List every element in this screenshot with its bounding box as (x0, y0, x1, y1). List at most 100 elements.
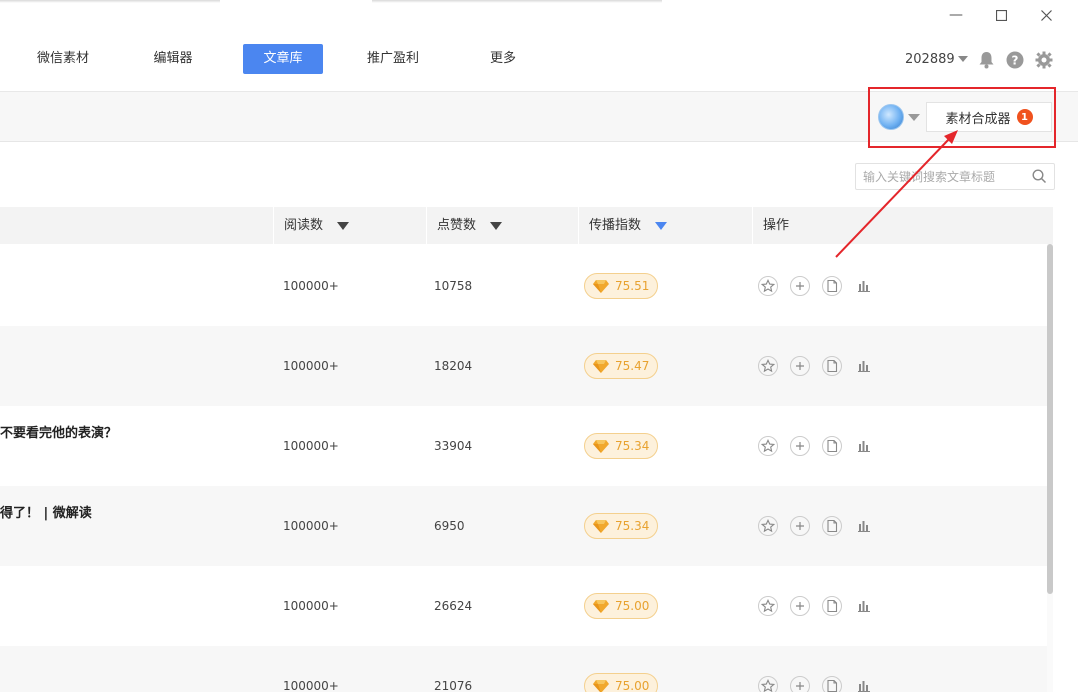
spread-index-badge: 75.47 (584, 353, 658, 379)
gear-icon[interactable] (1035, 51, 1053, 69)
spread-index-value: 75.34 (615, 439, 650, 453)
favorite-button[interactable] (758, 596, 778, 616)
add-button[interactable] (790, 356, 810, 376)
column-header-spread-index[interactable]: 传播指数 (578, 207, 752, 244)
material-composer-label: 素材合成器 (945, 111, 1011, 127)
likes-value: 10758 (434, 279, 473, 293)
search-input[interactable] (856, 164, 1026, 189)
spread-index-value: 75.34 (615, 519, 650, 533)
article-title[interactable]: 不要看完他的表演？ (0, 422, 117, 441)
nav-item-wechat-materials[interactable]: 微信素材 (28, 44, 98, 74)
search-icon[interactable] (1032, 169, 1047, 184)
add-button[interactable] (790, 596, 810, 616)
notification-badge: 1 (1016, 109, 1033, 125)
material-composer-button[interactable]: 素材合成器 1 (926, 102, 1052, 132)
nav-item-editor[interactable]: 编辑器 (140, 44, 206, 74)
plus-icon (792, 358, 808, 374)
avatar[interactable] (878, 104, 904, 130)
spread-index-badge: 75.34 (584, 433, 658, 459)
table-row[interactable]: 不要看完他的表演？ 100000+ 33904 75.34 (0, 406, 1047, 486)
reads-value: 100000+ (283, 599, 339, 613)
bell-icon[interactable] (977, 51, 995, 69)
table-row[interactable]: 100000+ 10758 75.51 (0, 246, 1047, 326)
document-icon (824, 518, 840, 534)
search-box (855, 163, 1055, 190)
copy-button[interactable] (822, 676, 842, 692)
spread-index-value: 75.00 (615, 599, 650, 613)
sort-caret-icon[interactable] (337, 221, 350, 230)
bar-chart-icon (856, 358, 872, 374)
document-icon (824, 678, 840, 692)
bar-chart-icon (856, 438, 872, 454)
add-button[interactable] (790, 436, 810, 456)
nav-item-more[interactable]: 更多 (478, 44, 528, 74)
diamond-icon (593, 600, 609, 613)
table-header: 阅读数 点赞数 传播指数 操作 (0, 207, 1053, 244)
user-dropdown-caret-icon[interactable] (958, 56, 968, 62)
table-row[interactable]: 100000+ 26624 75.00 (0, 566, 1047, 646)
minimize-button[interactable]: — (946, 6, 966, 24)
plus-icon (792, 438, 808, 454)
table-row[interactable]: 100000+ 18204 75.47 (0, 326, 1047, 406)
account-dropdown-caret-icon[interactable] (908, 114, 920, 121)
maximize-icon (995, 9, 1007, 21)
favorite-button[interactable] (758, 276, 778, 296)
favorite-button[interactable] (758, 436, 778, 456)
star-icon (760, 438, 776, 454)
window-shadow (372, 0, 662, 3)
bar-chart-icon (856, 598, 872, 614)
copy-button[interactable] (822, 516, 842, 536)
document-icon (824, 278, 840, 294)
copy-button[interactable] (822, 596, 842, 616)
stats-button[interactable] (854, 676, 874, 692)
add-button[interactable] (790, 276, 810, 296)
stats-button[interactable] (854, 516, 874, 536)
nav-item-article-library[interactable]: 文章库 (243, 44, 323, 74)
stats-button[interactable] (854, 356, 874, 376)
add-button[interactable] (790, 516, 810, 536)
spread-index-value: 75.51 (615, 279, 650, 293)
reads-value: 100000+ (283, 439, 339, 453)
nav-item-promotion[interactable]: 推广盈利 (358, 44, 428, 74)
column-label: 阅读数 (284, 218, 324, 233)
table-row[interactable]: 100000+ 21076 75.00 (0, 646, 1047, 692)
likes-value: 21076 (434, 679, 473, 692)
diamond-icon (593, 360, 609, 373)
document-icon (824, 598, 840, 614)
favorite-button[interactable] (758, 676, 778, 692)
scrollbar-thumb[interactable] (1047, 244, 1053, 594)
copy-button[interactable] (822, 276, 842, 296)
copy-button[interactable] (822, 356, 842, 376)
app-window: — 微信素材 编辑器 文章库 推广盈利 更多 202889 ? 素材合成器 1 … (0, 0, 1078, 692)
favorite-button[interactable] (758, 516, 778, 536)
column-header-likes[interactable]: 点赞数 (426, 207, 578, 244)
star-icon (760, 358, 776, 374)
stats-button[interactable] (854, 436, 874, 456)
spread-index-value: 75.00 (615, 679, 650, 692)
star-icon (760, 598, 776, 614)
document-icon (824, 358, 840, 374)
close-icon (1040, 9, 1052, 21)
sort-caret-active-icon[interactable] (655, 221, 668, 230)
user-id[interactable]: 202889 (905, 52, 955, 67)
stats-button[interactable] (854, 596, 874, 616)
spread-index-badge: 75.00 (584, 593, 658, 619)
column-header-reads[interactable]: 阅读数 (273, 207, 426, 244)
likes-value: 33904 (434, 439, 473, 453)
maximize-button[interactable] (991, 6, 1011, 24)
star-icon (760, 678, 776, 692)
reads-value: 100000+ (283, 519, 339, 533)
sort-caret-icon[interactable] (490, 221, 503, 230)
favorite-button[interactable] (758, 356, 778, 376)
stats-button[interactable] (854, 276, 874, 296)
plus-icon (792, 278, 808, 294)
reads-value: 100000+ (283, 679, 339, 692)
article-title[interactable]: 得了！ | 微解读 (0, 502, 92, 521)
spread-index-badge: 75.51 (584, 273, 658, 299)
copy-button[interactable] (822, 436, 842, 456)
diamond-icon (593, 680, 609, 692)
help-icon[interactable]: ? (1006, 51, 1024, 69)
close-button[interactable] (1036, 6, 1056, 24)
add-button[interactable] (790, 676, 810, 692)
table-row[interactable]: 得了！ | 微解读 100000+ 6950 75.34 (0, 486, 1047, 566)
